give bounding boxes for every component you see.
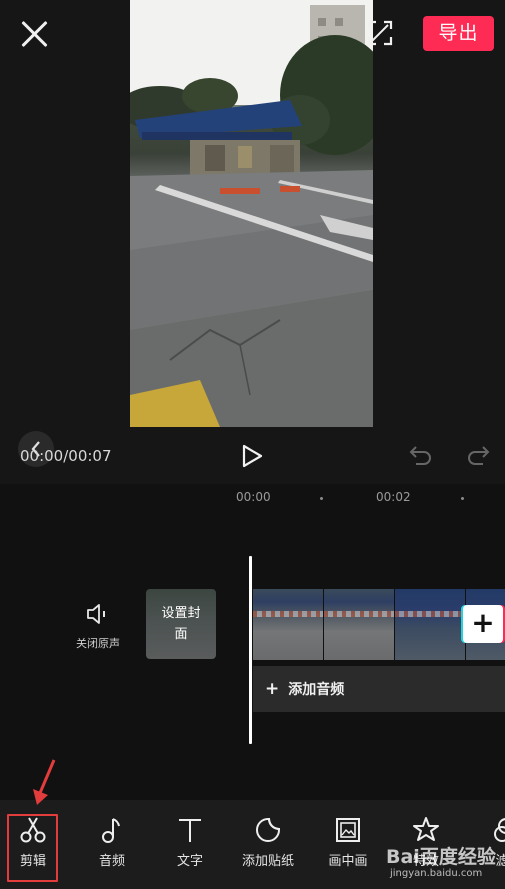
ruler-dot [461, 497, 464, 500]
timeline-panel[interactable]: 00:00 00:02 关闭原声 设置封面 + + 添加音频 [0, 484, 505, 800]
cover-label: 设置封面 [161, 606, 201, 642]
tool-sticker[interactable]: 添加贴纸 [232, 816, 304, 869]
add-audio-button[interactable]: + 添加音频 [253, 666, 505, 712]
picture-in-picture-icon [336, 818, 360, 842]
fullscreen-icon[interactable] [367, 20, 393, 46]
selection-highlight [7, 814, 58, 882]
redo-icon[interactable] [465, 443, 491, 467]
export-button[interactable]: 导出 [423, 16, 494, 51]
sticker-icon [256, 818, 280, 842]
video-preview[interactable] [130, 0, 373, 427]
tool-label: 音频 [98, 854, 125, 869]
tool-label: 添加贴纸 [241, 854, 294, 869]
watermark: Bai百度经验 jingyan.baidu.com [380, 836, 505, 886]
clip-thumbnail [253, 589, 323, 660]
red-arrow-annotation [33, 759, 56, 805]
plus-icon: + [265, 679, 280, 699]
clip-thumbnail [395, 589, 465, 660]
add-clip-button[interactable]: + [463, 605, 503, 643]
time-readout: 00:00/00:07 [20, 447, 112, 465]
video-frame-image [130, 0, 373, 427]
close-icon[interactable] [18, 18, 50, 50]
mute-original-audio-button[interactable]: 关闭原声 [68, 602, 128, 651]
speaker-icon [87, 604, 105, 624]
ruler-dot [320, 497, 323, 500]
play-icon[interactable] [240, 443, 264, 469]
text-icon [179, 819, 201, 842]
playhead[interactable] [249, 556, 252, 744]
undo-icon[interactable] [408, 443, 434, 467]
tool-label: 文字 [176, 854, 203, 869]
clip-thumbnail [324, 589, 394, 660]
tool-text[interactable]: 文字 [154, 816, 226, 869]
set-cover-button[interactable]: 设置封面 [146, 589, 216, 659]
preview-area: 导出 00:00/00:07 [0, 0, 505, 484]
tool-audio[interactable]: 音频 [76, 816, 148, 869]
watermark-url: jingyan.baidu.com [390, 868, 483, 879]
watermark-logo: Bai百度经验 [386, 846, 496, 868]
tool-picture-in-picture[interactable]: 画中画 [312, 816, 384, 869]
editor-screen: 导出 00:00/00:07 00:00 00:02 关闭原声 设置封面 + +… [0, 0, 505, 889]
mute-label: 关闭原声 [76, 637, 120, 650]
ruler-label: 00:02 [376, 490, 411, 504]
ruler-label: 00:00 [236, 490, 271, 504]
add-audio-label: 添加音频 [288, 682, 345, 698]
music-note-icon [102, 818, 120, 843]
player-controls: 00:00/00:07 [0, 425, 505, 484]
tool-label: 画中画 [328, 854, 368, 869]
bottom-toolbar: 剪辑 音频 文字 添加贴纸 画中画 特效 滤 Bai百度经验 jingyan.b… [0, 800, 505, 889]
